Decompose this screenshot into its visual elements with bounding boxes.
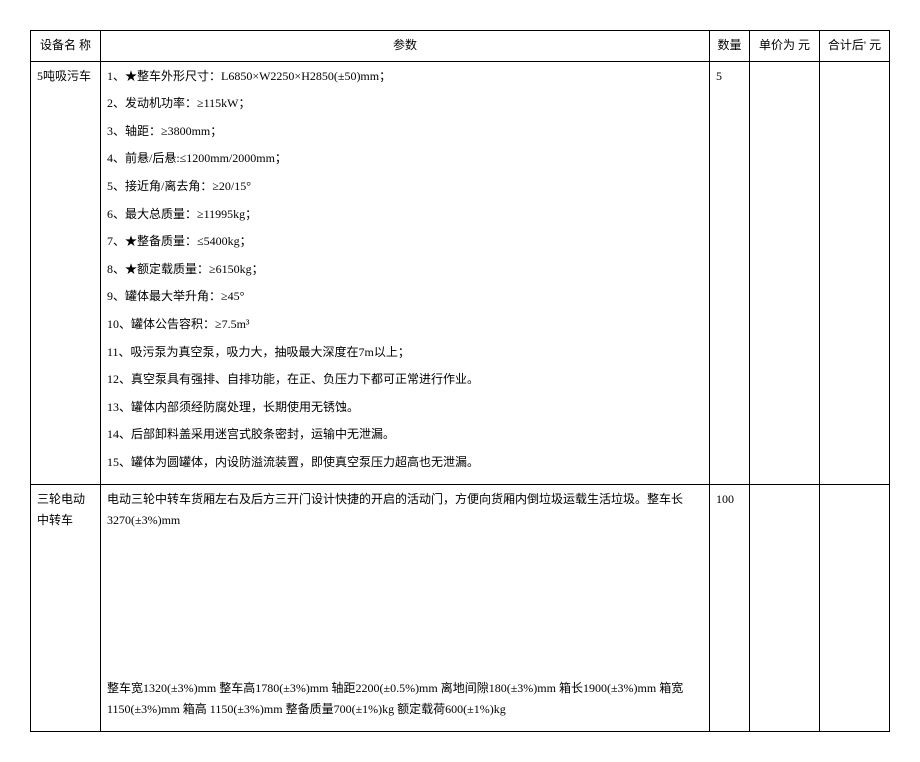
param-line: 14、后部卸料盖采用迷宫式胶条密封，运输中无泄漏。 [107,424,703,446]
header-qty: 数量 [710,31,750,62]
param-line: 1、★整车外形尺寸：L6850×W2250×H2850(±50)mm； [107,66,703,88]
table-row: 三轮电动中转车 电动三轮中转车货厢左右及后方三开门设计快捷的开启的活动门，方便向… [31,484,890,731]
spacer [107,538,703,678]
equipment-name: 三轮电动中转车 [31,484,101,731]
param-line: 15、罐体为圆罐体，内设防溢流装置，即使真空泵压力超高也无泄漏。 [107,452,703,474]
param-line: 2、发动机功率：≥115kW； [107,93,703,115]
equipment-name: 5吨吸污车 [31,61,101,484]
param-line: 5、接近角/离去角：≥20/15° [107,176,703,198]
table-row: 5吨吸污车 1、★整车外形尺寸：L6850×W2250×H2850(±50)mm… [31,61,890,484]
param-line: 3、轴距：≥3800mm； [107,121,703,143]
param-line-top: 电动三轮中转车货厢左右及后方三开门设计快捷的开启的活动门，方便向货厢内倒垃圾运载… [107,489,703,532]
header-unit-price: 单价为 元 [750,31,820,62]
equipment-table: 设备名 称 参数 数量 单价为 元 合计后' 元 5吨吸污车 1、★整车外形尺寸… [30,30,890,732]
equipment-unit-price [750,484,820,731]
equipment-params: 电动三轮中转车货厢左右及后方三开门设计快捷的开启的活动门，方便向货厢内倒垃圾运载… [101,484,710,731]
param-line: 9、罐体最大举升角：≥45° [107,286,703,308]
header-name: 设备名 称 [31,31,101,62]
param-line: 11、吸污泵为真空泵，吸力大，抽吸最大深度在7m以上； [107,342,703,364]
param-line: 8、★额定载质量：≥6150kg； [107,259,703,281]
param-line: 4、前悬/后悬:≤1200mm/2000mm； [107,148,703,170]
param-line-bottom: 整车宽1320(±3%)mm 整车高1780(±3%)mm 轴距2200(±0.… [107,678,703,721]
param-line: 6、最大总质量：≥11995kg； [107,204,703,226]
header-params: 参数 [101,31,710,62]
equipment-total [820,484,890,731]
equipment-qty: 100 [710,484,750,731]
param-line: 12、真空泵具有强排、自排功能，在正、负压力下都可正常进行作业。 [107,369,703,391]
header-total: 合计后' 元 [820,31,890,62]
equipment-unit-price [750,61,820,484]
param-line: 10、罐体公告容积：≥7.5m³ [107,314,703,336]
param-line: 7、★整备质量：≤5400kg； [107,231,703,253]
equipment-params: 1、★整车外形尺寸：L6850×W2250×H2850(±50)mm； 2、发动… [101,61,710,484]
param-line: 13、罐体内部须经防腐处理，长期使用无锈蚀。 [107,397,703,419]
table-header-row: 设备名 称 参数 数量 单价为 元 合计后' 元 [31,31,890,62]
equipment-qty: 5 [710,61,750,484]
equipment-total [820,61,890,484]
